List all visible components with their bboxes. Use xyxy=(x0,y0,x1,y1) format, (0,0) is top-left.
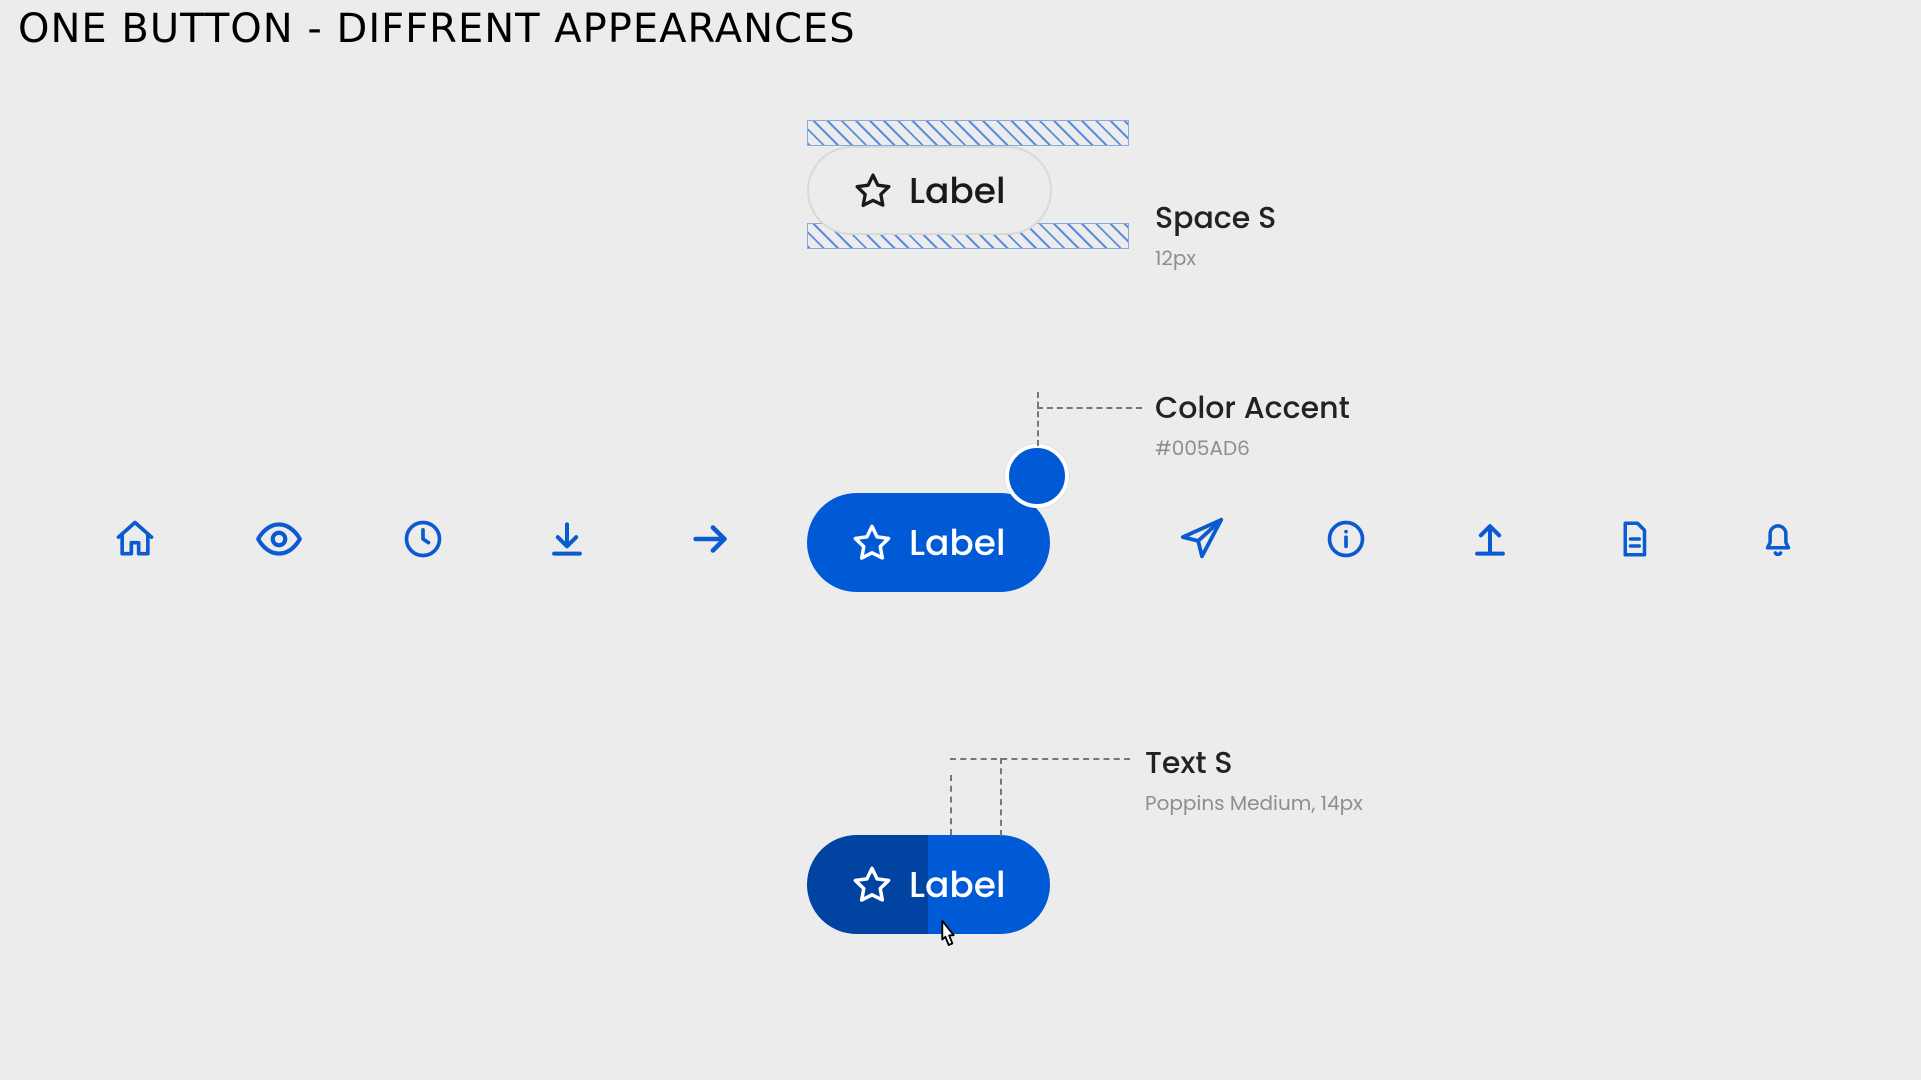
spacing-hatch-top xyxy=(807,120,1129,146)
connector-color-h xyxy=(1037,407,1142,409)
star-icon xyxy=(853,171,893,211)
annotation-color-sub: #005AD6 xyxy=(1155,433,1350,463)
annotation-text-sub: Poppins Medium, 14px xyxy=(1145,788,1363,818)
bell-icon[interactable] xyxy=(1738,499,1818,579)
download-icon[interactable] xyxy=(527,499,607,579)
button-outline-spec[interactable]: Label xyxy=(807,146,1052,235)
clock-icon[interactable] xyxy=(383,499,463,579)
connector-text-v xyxy=(950,775,952,835)
annotation-color-title: Color Accent xyxy=(1155,385,1350,431)
star-icon xyxy=(851,522,893,564)
annotation-space-sub: 12px xyxy=(1155,243,1276,273)
upload-icon[interactable] xyxy=(1450,499,1530,579)
icon-row-right xyxy=(1162,499,1818,579)
arrow-right-icon[interactable] xyxy=(671,499,751,579)
button-label: Label xyxy=(909,857,1006,912)
button-label: Label xyxy=(909,163,1006,218)
annotation-color: Color Accent #005AD6 xyxy=(1155,385,1350,463)
home-icon[interactable] xyxy=(95,499,175,579)
annotation-text-title: Text S xyxy=(1145,740,1363,786)
paper-plane-icon[interactable] xyxy=(1162,499,1242,579)
pointer-cursor-icon xyxy=(930,918,966,958)
page-title: ONE BUTTON - DIFFRENT APPEARANCES xyxy=(18,6,856,52)
button-primary[interactable]: Label xyxy=(807,493,1050,592)
button-label: Label xyxy=(909,515,1006,570)
info-icon[interactable] xyxy=(1306,499,1386,579)
connector-text-h xyxy=(950,758,1130,760)
annotation-text: Text S Poppins Medium, 14px xyxy=(1145,740,1363,818)
eye-icon[interactable] xyxy=(239,499,319,579)
connector-color-v xyxy=(1037,392,1039,446)
annotation-space-title: Space S xyxy=(1155,195,1276,241)
star-icon xyxy=(851,864,893,906)
button-hover[interactable]: Label xyxy=(807,835,1050,934)
document-icon[interactable] xyxy=(1594,499,1674,579)
icon-row-left xyxy=(95,499,751,579)
connector-text-v2 xyxy=(1000,758,1002,836)
annotation-space: Space S 12px xyxy=(1155,195,1276,273)
color-swatch-dot xyxy=(1005,444,1069,508)
